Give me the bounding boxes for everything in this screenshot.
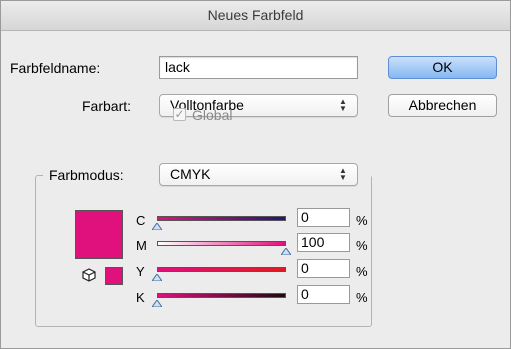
color-mode-select[interactable]: CMYK ▲ ▼: [159, 163, 358, 186]
cancel-button[interactable]: Abbrechen: [388, 94, 497, 117]
magenta-value-input[interactable]: 100: [297, 233, 350, 252]
cyan-slider[interactable]: [157, 216, 286, 221]
new-swatch-dialog: Neues Farbfeld Farbfeldname: lack Farbar…: [0, 0, 511, 349]
color-mode-label: Farbmodus:: [49, 167, 124, 183]
black-unit: %: [356, 290, 368, 305]
channel-label-k: K: [136, 290, 145, 305]
ok-button[interactable]: OK: [388, 56, 497, 79]
channel-label-m: M: [136, 238, 147, 253]
magenta-unit: %: [356, 238, 368, 253]
gamut-color-swatch[interactable]: [105, 267, 123, 285]
cyan-unit: %: [356, 213, 368, 228]
swatch-name-input[interactable]: lack: [159, 56, 358, 79]
yellow-unit: %: [356, 264, 368, 279]
black-value-input[interactable]: 0: [297, 285, 350, 304]
popup-arrows-icon: ▲ ▼: [339, 166, 347, 182]
yellow-slider[interactable]: [157, 267, 286, 272]
dialog-title: Neues Farbfeld: [1, 1, 510, 31]
magenta-slider[interactable]: [157, 241, 286, 246]
out-of-gamut-cube-icon[interactable]: [81, 267, 97, 283]
channel-label-y: Y: [136, 264, 145, 279]
global-checkbox[interactable]: ✓: [173, 108, 186, 121]
color-preview-swatch: [75, 210, 123, 259]
cyan-value-input[interactable]: 0: [297, 208, 350, 227]
yellow-slider-thumb[interactable]: [152, 274, 162, 281]
popup-arrows-icon: ▲ ▼: [339, 97, 347, 113]
color-type-select[interactable]: Volltonfarbe ▲ ▼: [159, 94, 358, 117]
cyan-slider-thumb[interactable]: [152, 223, 162, 230]
color-mode-value: CMYK: [170, 166, 211, 182]
black-slider[interactable]: [157, 293, 286, 298]
swatch-name-label: Farbfeldname:: [10, 60, 101, 76]
yellow-value-input[interactable]: 0: [297, 259, 350, 278]
channel-label-c: C: [136, 213, 146, 228]
magenta-slider-thumb[interactable]: [281, 248, 291, 255]
global-label: Global: [192, 107, 233, 123]
black-slider-thumb[interactable]: [152, 300, 162, 307]
color-type-label: Farbart:: [82, 98, 132, 114]
